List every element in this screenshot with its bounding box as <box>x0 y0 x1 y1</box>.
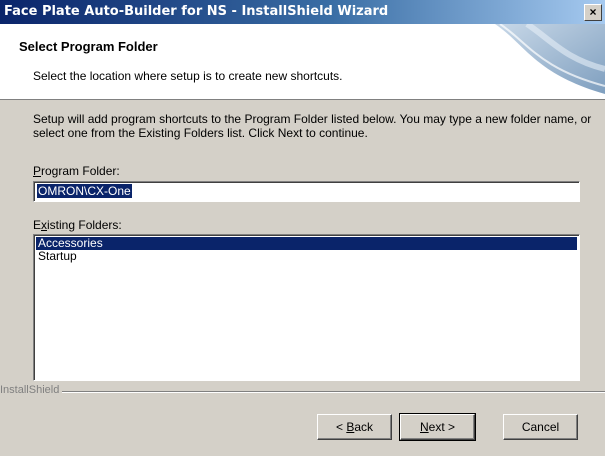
close-button[interactable]: × <box>584 4 602 21</box>
window-title: Face Plate Auto-Builder for NS - Install… <box>4 4 389 19</box>
list-item-accessories[interactable]: Accessories <box>36 237 577 250</box>
page-curl-graphic-icon <box>495 24 605 94</box>
installshield-brand: InstallShield <box>0 384 60 396</box>
existing-folders-list[interactable]: Accessories Startup <box>33 234 580 381</box>
cancel-button[interactable]: Cancel <box>503 414 578 440</box>
footer-divider <box>62 391 605 393</box>
program-folder-label: Program Folder: <box>33 164 120 178</box>
instructions-text: Setup will add program shortcuts to the … <box>33 112 592 140</box>
page-title: Select Program Folder <box>19 39 158 54</box>
program-folder-value: OMRON\CX-One <box>37 184 132 198</box>
page-subtitle: Select the location where setup is to cr… <box>33 69 343 83</box>
back-button[interactable]: < Back <box>317 414 392 440</box>
existing-folders-label: Existing Folders: <box>33 218 122 232</box>
installshield-wizard-window: Face Plate Auto-Builder for NS - Install… <box>0 0 605 456</box>
close-icon: × <box>589 5 597 19</box>
title-bar[interactable]: Face Plate Auto-Builder for NS - Install… <box>0 0 605 24</box>
wizard-header: Select Program Folder Select the locatio… <box>0 24 605 100</box>
program-folder-input[interactable]: OMRON\CX-One <box>33 181 580 202</box>
next-button[interactable]: Next > <box>399 413 476 441</box>
list-item-startup[interactable]: Startup <box>36 250 577 263</box>
